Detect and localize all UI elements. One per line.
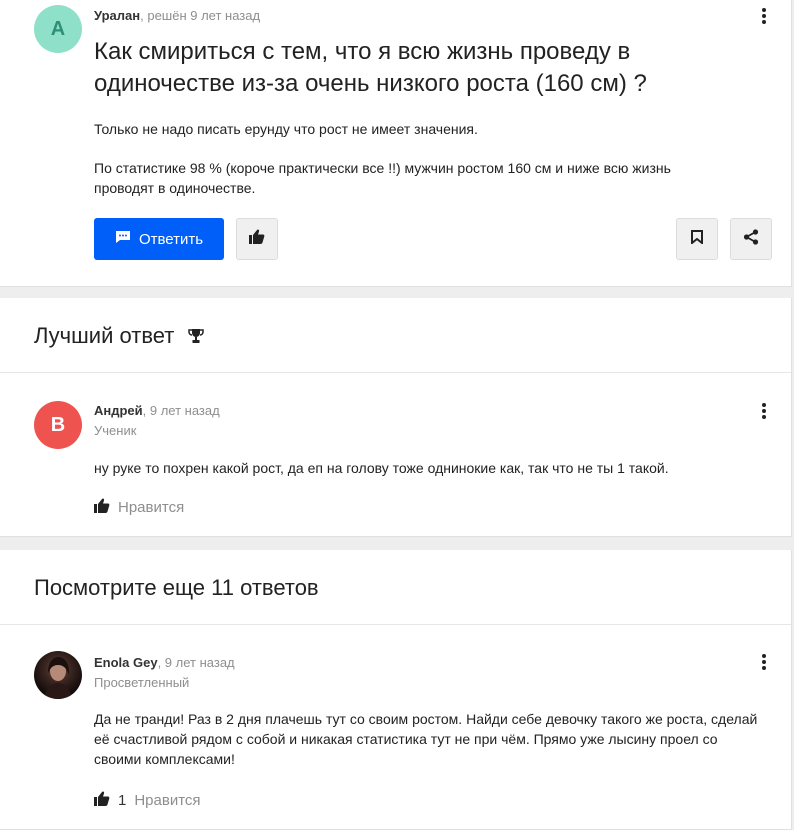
like-label: Нравится <box>118 499 185 516</box>
avatar-letter: В <box>50 413 66 436</box>
bookmark-button[interactable] <box>676 218 718 260</box>
bookmark-icon <box>691 229 703 249</box>
author-name[interactable]: Андрей <box>94 403 143 418</box>
question-body-line-2: По статистике 98 % (короче практически в… <box>94 160 671 196</box>
share-icon <box>743 228 759 250</box>
author-name[interactable]: Enola Gey <box>94 655 158 670</box>
best-answer-heading: Лучший ответ <box>34 323 205 350</box>
answer-author-line: Андрей, 9 лет назад <box>94 403 220 419</box>
avatar-letter: А <box>50 17 66 40</box>
like-count: 1 <box>118 792 127 809</box>
user-photo-icon <box>44 657 72 699</box>
answer-text: Да не транди! Раз в 2 дня плачешь тут со… <box>94 711 758 767</box>
best-answer-title: Лучший ответ <box>34 323 175 348</box>
answer-author-line: Enola Gey, 9 лет назад <box>94 655 235 671</box>
like-label: Нравится <box>134 792 201 809</box>
best-answer-card: Лучший ответ В Андрей, 9 лет назад Учени… <box>0 298 792 537</box>
answer-text: ну руке то похрен какой рост, да еп на г… <box>94 460 669 476</box>
more-answers-card: Посмотрите еще 11 ответов Enola Gey, 9 л… <box>0 550 792 830</box>
thumbs-up-icon <box>249 229 265 249</box>
share-button[interactable] <box>730 218 772 260</box>
section-divider <box>0 624 791 625</box>
thumbs-up-icon <box>94 498 110 517</box>
comment-icon <box>115 230 131 248</box>
more-options-icon[interactable] <box>754 6 774 26</box>
more-options-icon[interactable] <box>754 401 774 421</box>
answer-meta: , 9 лет назад <box>142 403 220 418</box>
question-author-line: Уралан, решён 9 лет назад <box>94 8 260 24</box>
question-body-line-1: Только не надо писать ерунду что рост не… <box>94 121 478 137</box>
more-answers-title[interactable]: Посмотрите еще 11 ответов <box>34 575 319 601</box>
answer-button[interactable]: Ответить <box>94 218 224 260</box>
like-question-button[interactable] <box>236 218 278 260</box>
author-name[interactable]: Уралан <box>94 8 140 23</box>
more-options-icon[interactable] <box>754 652 774 672</box>
like-button[interactable]: Нравится <box>94 498 184 517</box>
author-avatar[interactable]: В <box>34 401 82 449</box>
question-meta: , решён 9 лет назад <box>140 8 261 23</box>
question-title: Как смириться с тем, что я всю жизнь про… <box>94 38 647 97</box>
answer-meta: , 9 лет назад <box>157 655 235 670</box>
author-rank: Ученик <box>94 423 137 438</box>
question-card: А Уралан, решён 9 лет назад Как смиритьс… <box>0 0 792 287</box>
author-avatar[interactable] <box>34 651 82 699</box>
section-divider <box>0 372 791 373</box>
thumbs-up-icon <box>94 791 110 810</box>
author-avatar[interactable]: А <box>34 5 82 53</box>
author-rank: Просветленный <box>94 675 190 690</box>
trophy-icon <box>188 324 205 350</box>
answer-button-label: Ответить <box>138 230 204 248</box>
like-button[interactable]: 1 Нравится <box>94 791 201 810</box>
